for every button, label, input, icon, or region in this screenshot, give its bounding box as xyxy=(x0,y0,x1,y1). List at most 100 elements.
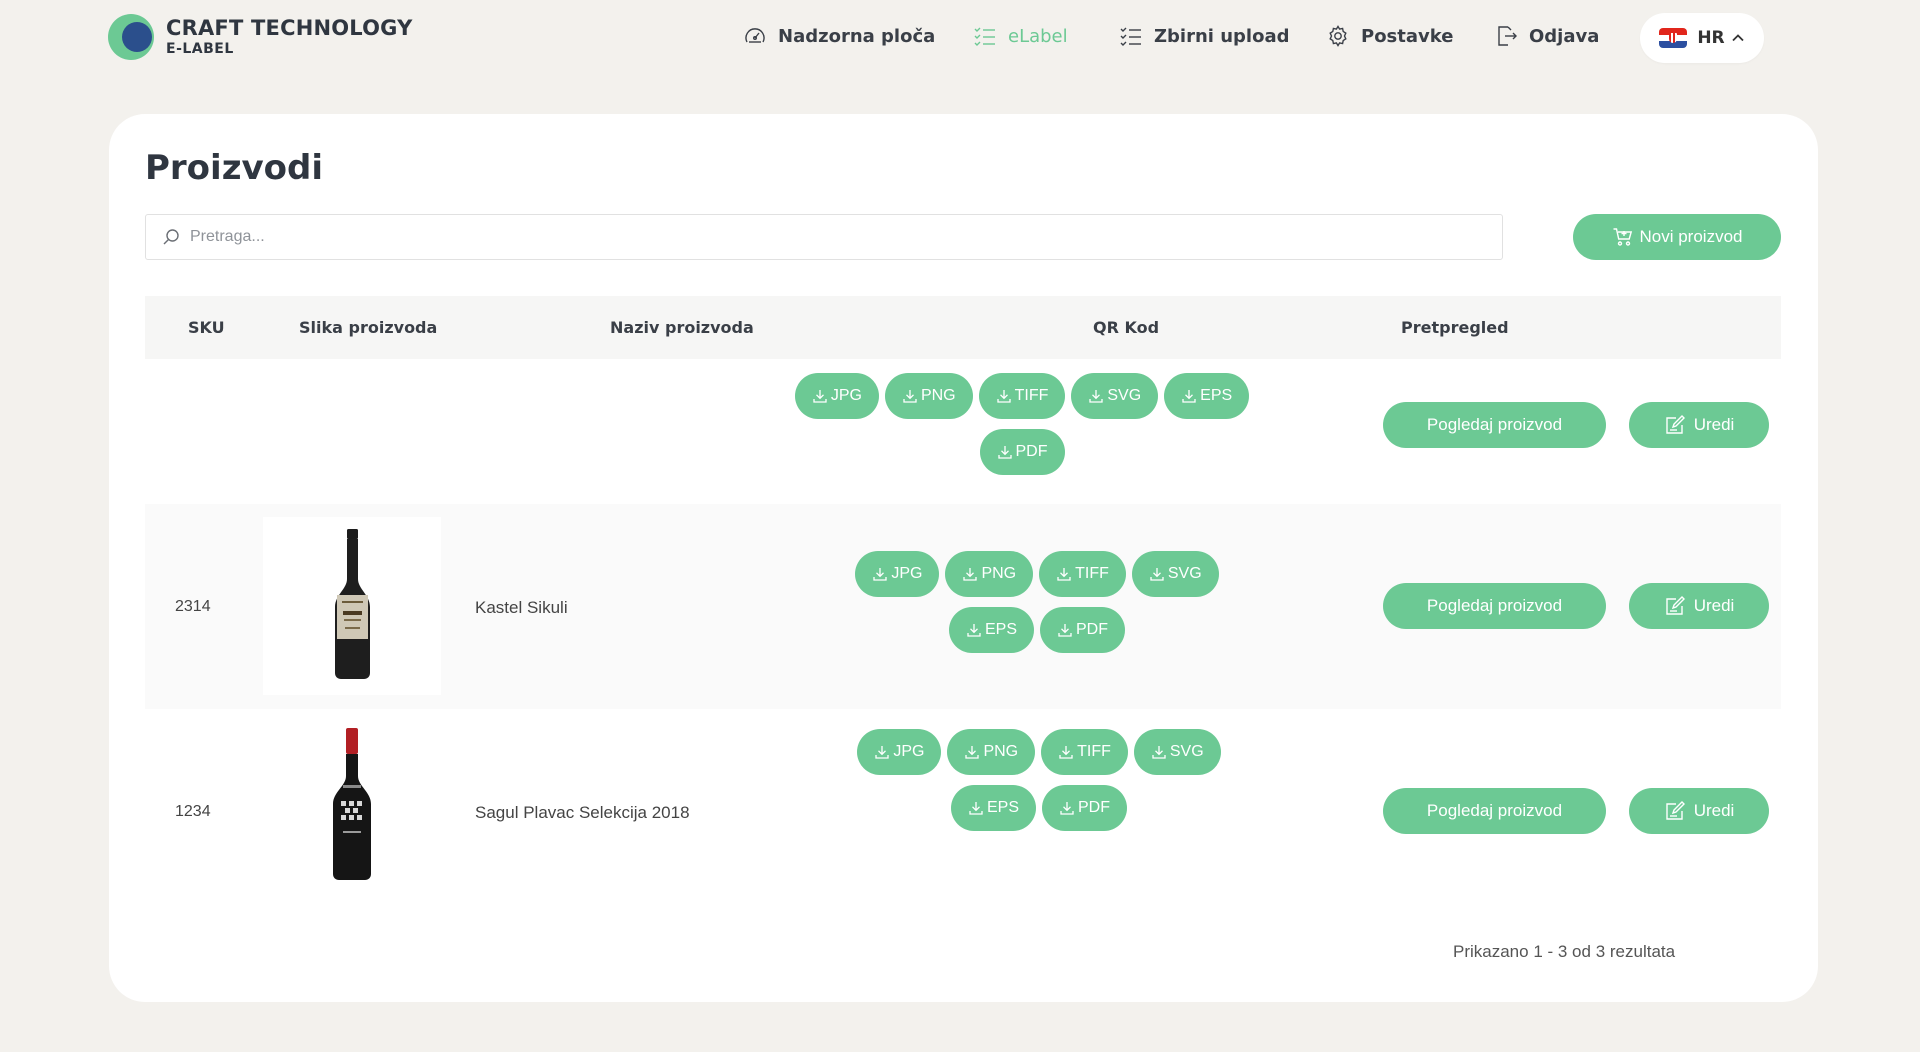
edit-button[interactable]: Uredi xyxy=(1629,402,1769,448)
view-product-button[interactable]: Pogledaj proizvod xyxy=(1383,583,1606,629)
table-row: 2314 Kastel Sikuli JPG PNG TIFF SVG EPS … xyxy=(145,504,1781,709)
download-icon xyxy=(812,388,828,404)
download-svg-button[interactable]: SVG xyxy=(1133,729,1221,775)
download-jpg-button[interactable]: JPG xyxy=(857,729,942,775)
croatia-flag-icon xyxy=(1659,28,1688,48)
language-selector[interactable]: HR xyxy=(1640,13,1764,63)
column-header-preview[interactable]: Pretpregled xyxy=(1401,296,1509,359)
nav-item-bulk-upload[interactable]: Zbirni upload xyxy=(1118,16,1290,56)
speedometer-icon xyxy=(742,23,768,49)
product-image[interactable] xyxy=(263,517,441,695)
chevron-up-icon xyxy=(1731,31,1745,45)
view-product-button[interactable]: Pogledaj proizvod xyxy=(1383,402,1606,448)
table-row: JPG PNG TIFF SVG EPS PDF Pogledaj proizv… xyxy=(145,359,1781,504)
download-jpg-button[interactable]: JPG xyxy=(794,373,879,419)
edit-icon xyxy=(1664,414,1686,436)
view-product-button[interactable]: Pogledaj proizvod xyxy=(1383,788,1606,834)
download-png-button[interactable]: PNG xyxy=(884,373,973,419)
download-icon xyxy=(872,566,888,582)
product-image[interactable] xyxy=(263,719,441,897)
qr-format-label: TIFF xyxy=(1077,743,1111,760)
row-sku: 2314 xyxy=(175,598,211,615)
download-tiff-button[interactable]: TIFF xyxy=(978,373,1066,419)
row-name: Sagul Plavac Selekcija 2018 xyxy=(475,803,690,822)
nav-label-bulk-upload: Zbirni upload xyxy=(1154,25,1290,47)
logo[interactable]: CRAFT TECHNOLOGY E-LABEL xyxy=(108,12,413,62)
table-header: SKU Slika proizvoda Naziv proizvoda QR K… xyxy=(145,296,1781,359)
qr-format-label: PDF xyxy=(1076,621,1108,638)
qr-format-label: PDF xyxy=(1078,799,1110,816)
download-icon xyxy=(1151,744,1167,760)
download-svg-button[interactable]: SVG xyxy=(1071,373,1159,419)
edit-button[interactable]: Uredi xyxy=(1629,583,1769,629)
qr-format-label: SVG xyxy=(1167,565,1202,582)
qr-format-label: EPS xyxy=(1200,387,1233,404)
column-header-image[interactable]: Slika proizvoda xyxy=(299,296,437,359)
download-png-button[interactable]: PNG xyxy=(945,551,1034,597)
download-svg-button[interactable]: SVG xyxy=(1131,551,1219,597)
logout-icon xyxy=(1493,23,1519,49)
download-pdf-button[interactable]: PDF xyxy=(1040,607,1125,653)
download-icon xyxy=(1056,566,1072,582)
download-tiff-button[interactable]: TIFF xyxy=(1041,729,1128,775)
logo-text: CRAFT TECHNOLOGY E-LABEL xyxy=(166,18,413,57)
qr-download-group: JPG PNG TIFF SVG EPS PDF xyxy=(852,551,1222,653)
download-pdf-button[interactable]: PDF xyxy=(1042,785,1127,831)
nav-item-elabel[interactable]: eLabel xyxy=(972,16,1068,56)
qr-format-label: TIFF xyxy=(1075,565,1109,582)
download-icon xyxy=(902,388,918,404)
download-png-button[interactable]: PNG xyxy=(947,729,1036,775)
download-eps-button[interactable]: EPS xyxy=(1164,373,1250,419)
download-icon xyxy=(1149,566,1165,582)
row-sku: 1234 xyxy=(175,803,211,820)
qr-format-label: JPG xyxy=(893,743,925,760)
new-product-label: Novi proizvod xyxy=(1639,227,1743,246)
download-tiff-button[interactable]: TIFF xyxy=(1039,551,1126,597)
qr-format-label: SVG xyxy=(1107,387,1142,404)
qr-format-label: JPG xyxy=(891,565,923,582)
download-icon xyxy=(1057,622,1073,638)
download-pdf-button[interactable]: PDF xyxy=(979,429,1065,475)
download-eps-button[interactable]: EPS xyxy=(950,785,1036,831)
logo-subtitle: E-LABEL xyxy=(166,41,234,57)
download-icon xyxy=(874,744,890,760)
download-jpg-button[interactable]: JPG xyxy=(855,551,940,597)
cart-add-icon xyxy=(1612,226,1634,248)
column-header-sku[interactable]: SKU xyxy=(188,296,225,359)
qr-format-label: EPS xyxy=(984,621,1017,638)
nav-item-logout[interactable]: Odjava xyxy=(1493,16,1599,56)
qr-format-label: JPG xyxy=(830,387,862,404)
top-header: CRAFT TECHNOLOGY E-LABEL Nadzorna ploča … xyxy=(0,0,1920,78)
qr-format-label: PNG xyxy=(981,565,1017,582)
edit-icon xyxy=(1664,595,1686,617)
column-header-qr[interactable]: QR Kod xyxy=(1093,296,1159,359)
qr-format-label: TIFF xyxy=(1014,387,1049,404)
download-icon xyxy=(964,744,980,760)
download-icon xyxy=(996,388,1012,404)
checklist-icon xyxy=(972,23,998,49)
download-icon xyxy=(1059,800,1075,816)
language-code: HR xyxy=(1697,28,1725,48)
qr-download-group: JPG PNG TIFF SVG EPS PDF xyxy=(854,729,1224,831)
nav-label-dashboard: Nadzorna ploča xyxy=(778,25,936,47)
edit-icon xyxy=(1664,800,1686,822)
nav-item-dashboard[interactable]: Nadzorna ploča xyxy=(742,16,935,56)
nav-label-settings: Postavke xyxy=(1361,25,1454,47)
download-icon xyxy=(962,566,978,582)
download-eps-button[interactable]: EPS xyxy=(948,607,1034,653)
download-icon xyxy=(997,444,1013,460)
page-title: Proizvodi xyxy=(145,148,324,188)
qr-format-label: SVG xyxy=(1169,743,1204,760)
row-name: Kastel Sikuli xyxy=(475,598,568,617)
column-header-name[interactable]: Naziv proizvoda xyxy=(610,296,754,359)
edit-label: Uredi xyxy=(1693,596,1735,615)
edit-label: Uredi xyxy=(1693,415,1735,434)
search-input[interactable] xyxy=(190,217,1490,257)
nav-item-settings[interactable]: Postavke xyxy=(1325,16,1453,56)
edit-button[interactable]: Uredi xyxy=(1629,788,1769,834)
new-product-button[interactable]: Novi proizvod xyxy=(1573,214,1781,260)
wine-bottle-icon xyxy=(335,529,370,679)
search-box xyxy=(145,214,1503,260)
download-icon xyxy=(1181,388,1197,404)
qr-download-group: JPG PNG TIFF SVG EPS PDF xyxy=(792,373,1252,475)
